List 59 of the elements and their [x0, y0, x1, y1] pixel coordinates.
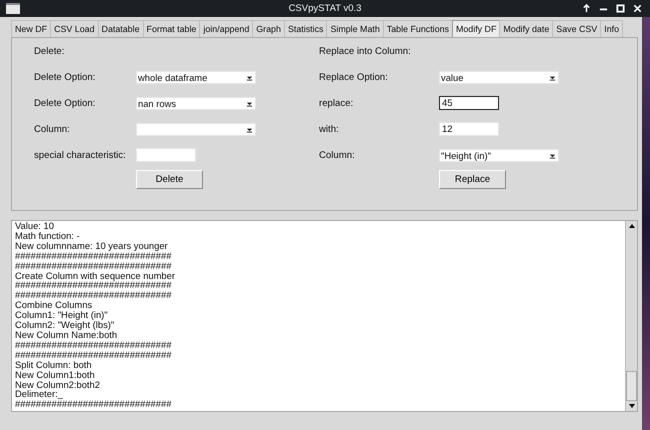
action-button[interactable]: Replace — [439, 170, 506, 189]
field-label: replace: — [319, 98, 354, 108]
tab[interactable]: Graph — [252, 20, 285, 37]
log-line: ############################## — [15, 250, 172, 261]
field-label: Column: — [319, 150, 356, 160]
log-line: ############################## — [15, 350, 172, 360]
field-label: special characteristic: — [34, 150, 127, 160]
section-heading: Delete: — [34, 46, 66, 59]
log-line: Column1: "Height (in)" — [15, 310, 109, 320]
log-line: New Column1:both — [15, 370, 96, 380]
dropdown[interactable]: whole dataframe — [136, 70, 256, 84]
field-label: Delete Option: — [34, 98, 96, 108]
caret-icon[interactable] — [549, 152, 556, 158]
input-field[interactable]: 45 — [439, 96, 499, 110]
window-icon — [6, 3, 20, 14]
dropdown[interactable]: value — [439, 70, 559, 84]
log-line: New Column Name:both — [15, 330, 118, 340]
caret-icon[interactable] — [246, 74, 253, 80]
log-line: New columnname: 10 years younger — [15, 240, 169, 251]
log-line: Combine Columns — [15, 300, 94, 310]
caret-icon[interactable] — [246, 126, 253, 132]
log-line: ############################## — [15, 399, 172, 410]
input-field[interactable] — [136, 148, 196, 162]
scrollbar-thumb[interactable] — [626, 371, 637, 401]
tab[interactable]: join/append — [199, 20, 254, 37]
restore-icon[interactable] — [616, 4, 625, 13]
maximize-icon[interactable] — [582, 4, 591, 13]
log-line: Delimeter:_ — [15, 389, 63, 400]
tab[interactable]: Modify DF — [452, 20, 500, 37]
field-label: Replace Option: — [319, 72, 389, 82]
log-line: ############################## — [15, 260, 172, 271]
caret-icon[interactable] — [246, 100, 253, 106]
log-line: Create Column with sequence number — [15, 270, 176, 280]
log-line: Split Column: both — [15, 360, 93, 370]
log-line: Math function: - — [15, 230, 81, 241]
log-line: ############################## — [15, 340, 172, 350]
dropdown[interactable]: "Height (in)" — [439, 148, 559, 162]
tab[interactable]: Modify date — [499, 20, 554, 37]
log-text-area[interactable] — [11, 220, 638, 412]
dropdown[interactable]: nan rows — [136, 96, 256, 110]
scroll-up-icon[interactable] — [628, 222, 636, 230]
scrollbar[interactable] — [625, 221, 637, 411]
caret-icon[interactable] — [549, 74, 556, 80]
log-line: New Column2:both2 — [15, 380, 101, 390]
close-icon[interactable] — [633, 4, 642, 13]
log-line: Column2: "Weight (lbs)" — [15, 320, 116, 330]
action-button[interactable]: Delete — [136, 170, 203, 189]
log-line: ############################## — [15, 280, 172, 290]
tab[interactable]: Simple Math — [326, 20, 384, 37]
log-line: ############################## — [15, 290, 172, 300]
field-label: Delete Option: — [34, 72, 96, 82]
tab[interactable]: Info — [600, 20, 624, 37]
input-field[interactable]: 12 — [439, 122, 499, 136]
field-label: with: — [319, 124, 340, 134]
log-line: Value: 10 — [15, 221, 55, 231]
tab[interactable]: New DF — [11, 20, 52, 37]
window-title: CSVpySTAT v0.3 — [288, 3, 362, 14]
section-heading: Replace into Column: — [319, 46, 412, 59]
field-label: Column: — [34, 124, 71, 134]
